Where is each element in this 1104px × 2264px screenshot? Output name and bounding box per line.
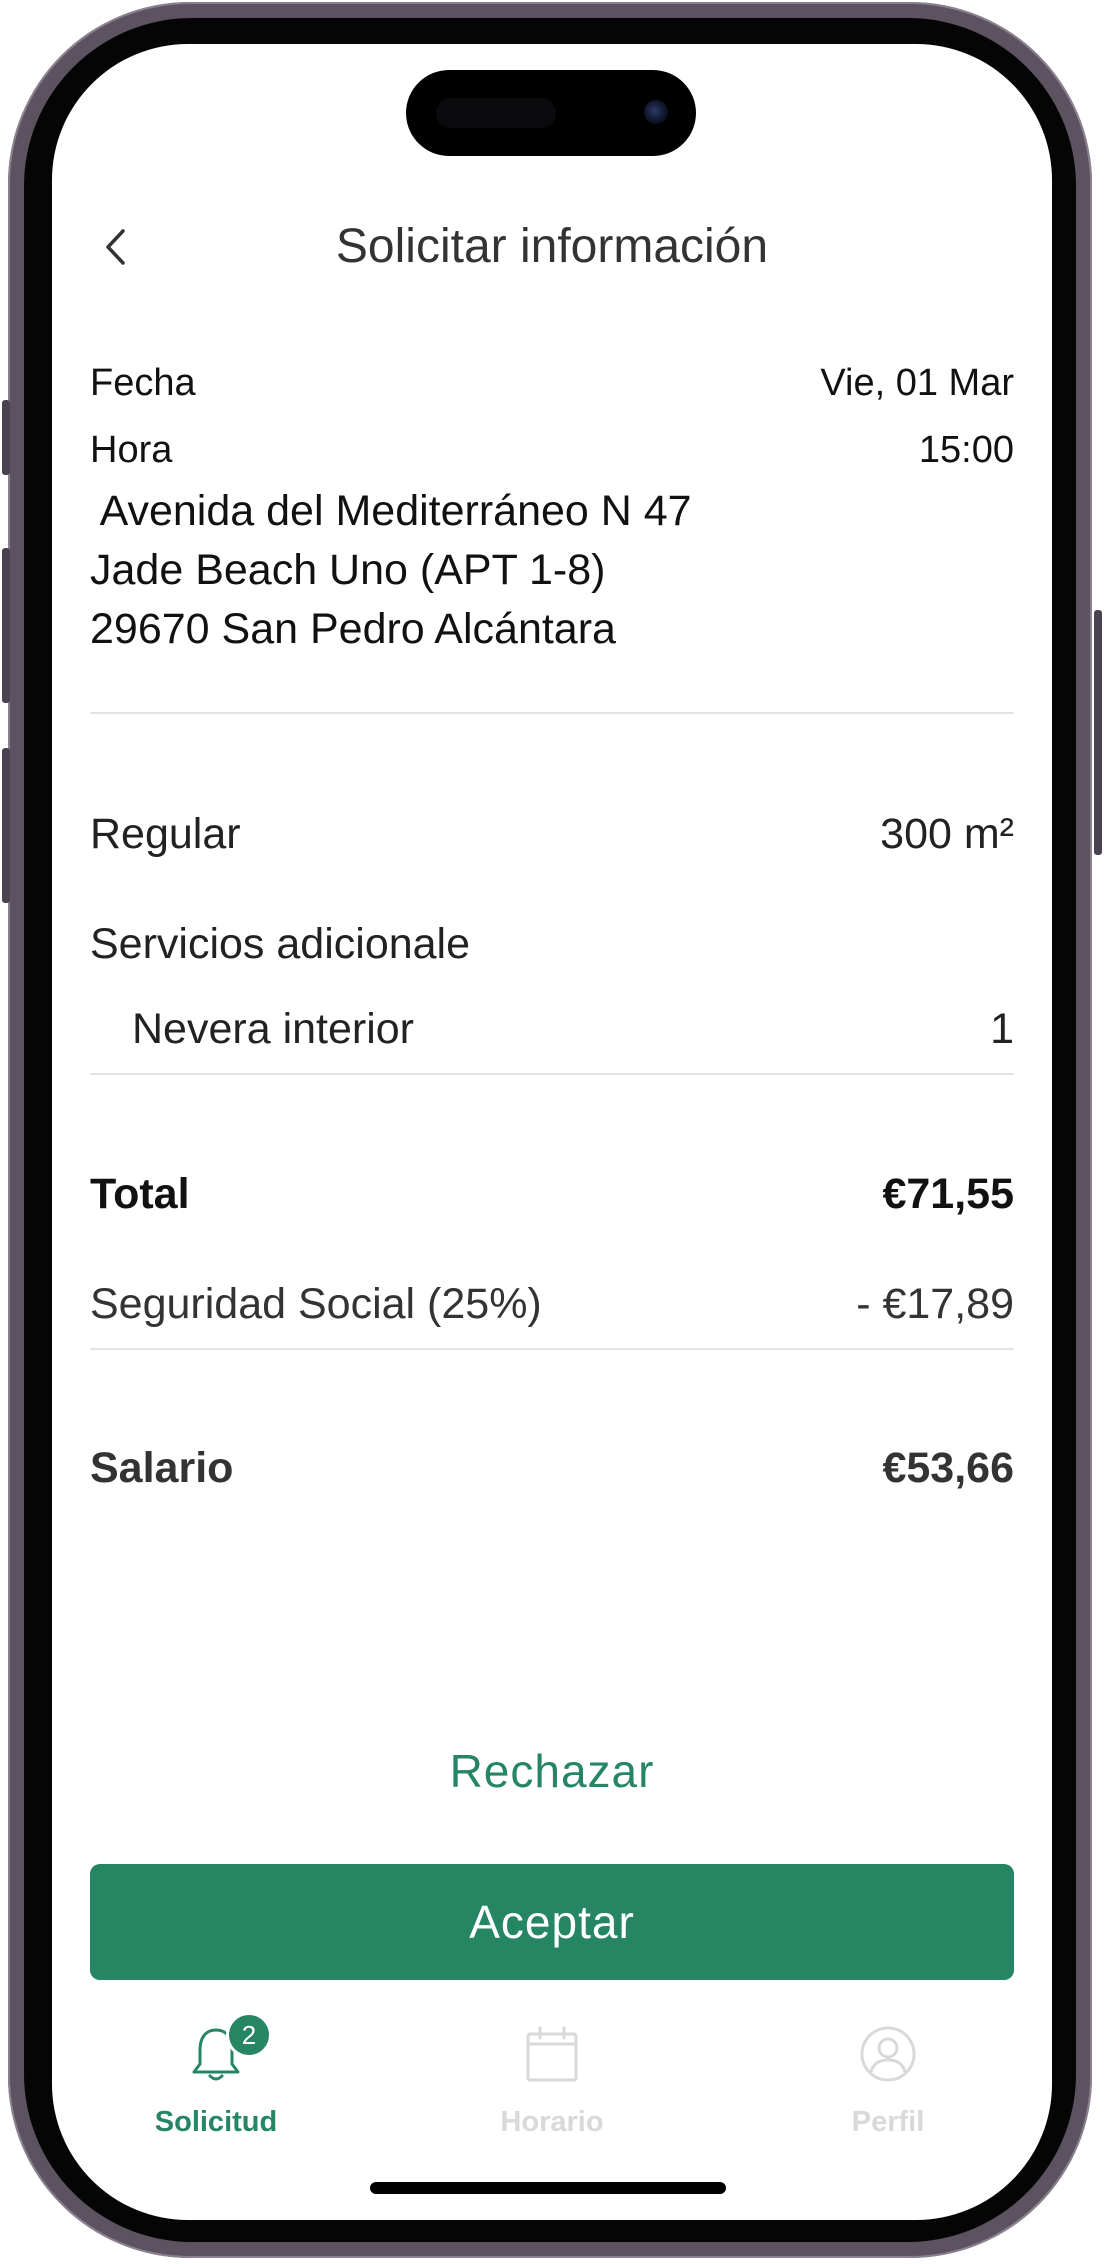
tab-perfil[interactable]: Perfil (788, 2024, 988, 2154)
service-type-row: Regular 300 m² (90, 810, 1014, 859)
calendar-icon (526, 2026, 578, 2082)
accept-button[interactable]: Aceptar (90, 1864, 1014, 1980)
time-row: Hora 15:00 (90, 429, 1014, 472)
user-profile-icon (860, 2026, 916, 2082)
volume-down-button (2, 748, 10, 903)
front-camera (644, 100, 668, 124)
extra-item-row: Nevera interior 1 (132, 1005, 1014, 1054)
divider (90, 1348, 1014, 1350)
app-screen: Solicitar información Fecha Vie, 01 Mar … (52, 44, 1052, 2220)
home-indicator[interactable] (370, 2182, 726, 2194)
volume-up-button (2, 548, 10, 703)
salary-label: Salario (90, 1444, 234, 1492)
extra-item-name: Nevera interior (132, 1005, 414, 1053)
total-value: €71,55 (882, 1170, 1014, 1218)
date-label: Fecha (90, 362, 196, 404)
salary-value: €53,66 (882, 1444, 1014, 1492)
dynamic-island (406, 70, 696, 156)
tab-label: Perfil (851, 2106, 925, 2138)
date-value: Vie, 01 Mar (820, 362, 1014, 404)
divider (90, 712, 1014, 714)
extras-heading: Servicios adicionale (90, 920, 471, 968)
tab-label: Solicitud (154, 2106, 278, 2138)
face-id-sensor (436, 98, 556, 128)
social-security-value: - €17,89 (856, 1280, 1014, 1328)
page-title: Solicitar información (335, 220, 769, 273)
date-row: Fecha Vie, 01 Mar (90, 362, 1014, 405)
total-label: Total (90, 1170, 190, 1218)
tab-bar: 2 Solicitud Horario Perfil (52, 2012, 1052, 2154)
address-block: Avenida del Mediterráneo N 47 Jade Beach… (90, 487, 692, 653)
extra-item-qty: 1 (990, 1005, 1014, 1053)
tab-label: Horario (500, 2106, 604, 2138)
page-header: Solicitar información (52, 204, 1052, 284)
social-security-row: Seguridad Social (25%) - €17,89 (90, 1280, 1014, 1329)
extras-heading-row: Servicios adicionale (90, 920, 1014, 969)
social-security-label: Seguridad Social (25%) (90, 1280, 542, 1328)
notification-badge: 2 (226, 2012, 272, 2058)
divider (90, 1073, 1014, 1075)
tab-horario[interactable]: Horario (452, 2024, 652, 2154)
service-type-label: Regular (90, 810, 241, 858)
power-button (1094, 610, 1102, 855)
salary-row: Salario €53,66 (90, 1444, 1014, 1493)
total-row: Total €71,55 (90, 1170, 1014, 1219)
action-button (2, 400, 10, 475)
service-area-value: 300 m² (880, 810, 1014, 858)
reject-button[interactable]: Rechazar (52, 1744, 1052, 1798)
time-value: 15:00 (918, 429, 1014, 471)
tab-solicitud[interactable]: 2 Solicitud (116, 2012, 316, 2154)
time-label: Hora (90, 429, 173, 471)
